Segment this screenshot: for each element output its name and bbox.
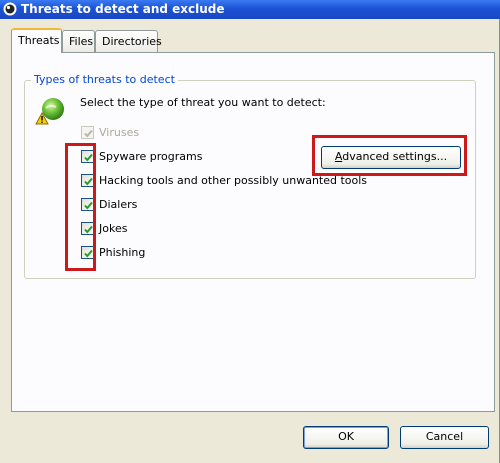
tab-label: Threats [18, 34, 60, 47]
checkbox-label: Phishing [99, 246, 146, 259]
checkbox-label: Spyware programs [99, 150, 203, 163]
highlight-box-advanced [312, 135, 467, 176]
checkbox-label: Jokes [99, 222, 128, 235]
tab-label: Files [69, 35, 94, 48]
threat-prompt: Select the type of threat you want to de… [80, 96, 326, 109]
tab-directories[interactable]: Directories [95, 30, 162, 52]
groupbox-label: Types of threats to detect [31, 73, 178, 86]
title-bar[interactable]: Threats to detect and exclude [0, 0, 500, 19]
window-title: Threats to detect and exclude [21, 2, 225, 16]
tab-files[interactable]: Files [62, 30, 95, 52]
tab-label: Directories [102, 35, 162, 48]
checkbox-label: Viruses [99, 126, 140, 139]
dialog-window: Threats to detect and exclude Threats Fi… [0, 0, 500, 463]
ok-button[interactable]: OK [303, 426, 389, 449]
cancel-button[interactable]: Cancel [400, 426, 489, 449]
checkbox-box [81, 126, 94, 139]
highlight-box-checkboxes [65, 143, 96, 271]
tab-threats[interactable]: Threats [11, 28, 62, 53]
check-icon [84, 129, 93, 138]
checkbox-label: Dialers [99, 198, 138, 211]
threat-warning-icon [35, 98, 64, 125]
app-icon [3, 2, 17, 16]
